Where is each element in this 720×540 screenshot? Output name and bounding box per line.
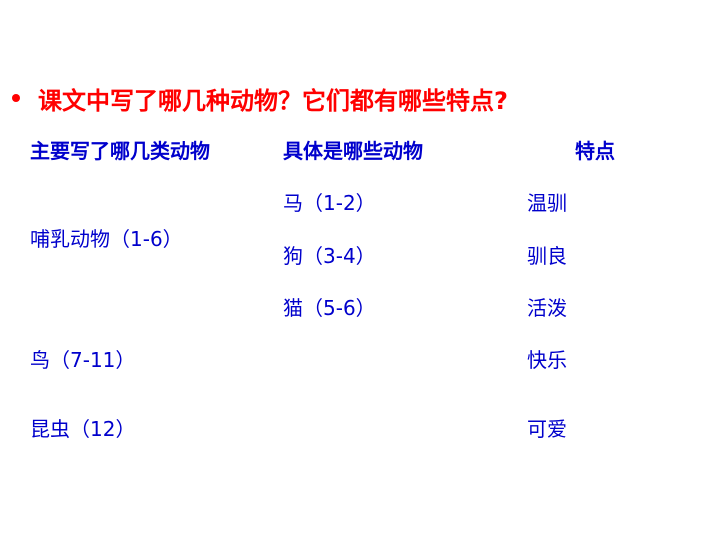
animal-cat: 猫（5-6）	[283, 296, 376, 320]
animal-horse: 马（1-2）	[283, 191, 376, 215]
trait-insects: 可爱	[527, 417, 567, 441]
trait-horse: 温驯	[527, 191, 567, 215]
header-traits: 特点	[575, 139, 615, 163]
slide-title-row: 课文中写了哪几种动物？它们都有哪些特点?	[8, 80, 508, 116]
trait-birds: 快乐	[527, 348, 567, 372]
slide-title: 课文中写了哪几种动物？它们都有哪些特点?	[38, 86, 508, 115]
category-insects: 昆虫（12）	[30, 417, 136, 441]
header-specific-animals: 具体是哪些动物	[283, 139, 423, 163]
category-mammals: 哺乳动物（1-6）	[30, 227, 183, 251]
header-animal-category: 主要写了哪几类动物	[30, 139, 210, 163]
trait-cat: 活泼	[527, 296, 567, 320]
category-birds: 鸟（7-11）	[30, 348, 136, 372]
animal-dog: 狗（3-4）	[283, 244, 376, 268]
slide: 课文中写了哪几种动物？它们都有哪些特点? 主要写了哪几类动物 具体是哪些动物 特…	[0, 0, 720, 540]
trait-dog: 驯良	[527, 244, 567, 268]
bullet-icon	[12, 94, 20, 102]
